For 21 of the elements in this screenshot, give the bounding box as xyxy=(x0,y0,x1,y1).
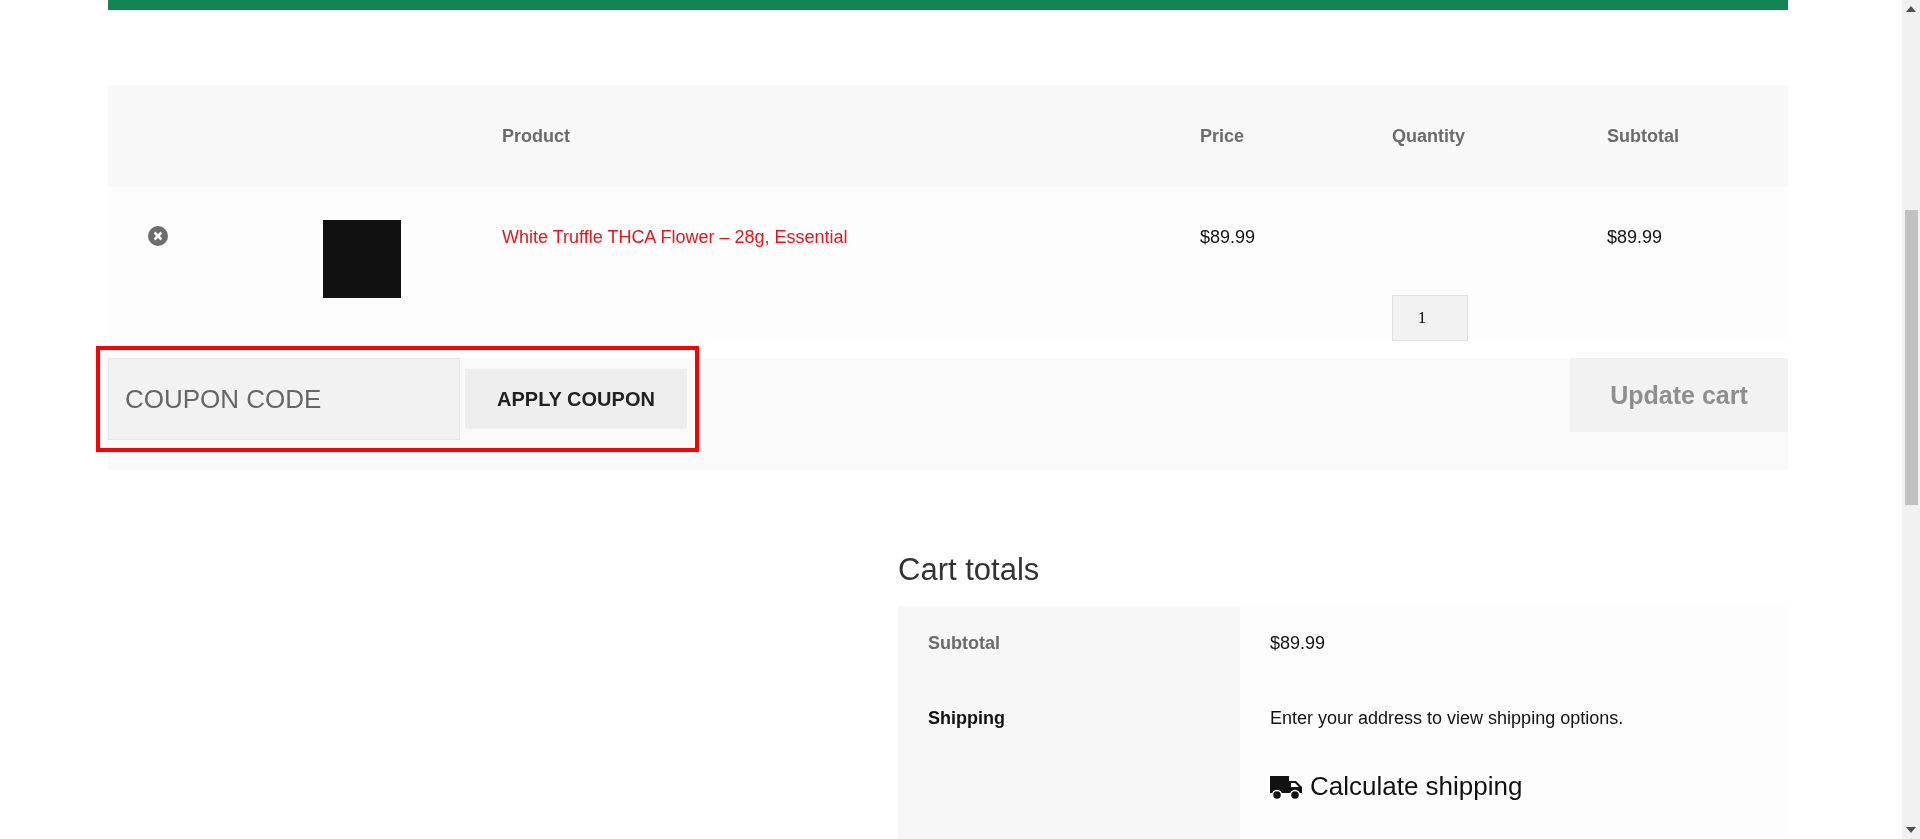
price-cell-text: $89.99 xyxy=(1200,227,1257,248)
column-header: Price xyxy=(1200,125,1246,147)
column-header: Quantity xyxy=(1392,125,1466,147)
scrollbar-thumb[interactable] xyxy=(1905,210,1918,505)
product-link[interactable]: White Truffle THCA Flower – 28g, Essential xyxy=(502,227,848,247)
column-header: Subtotal xyxy=(1607,125,1680,147)
totals-label: Shipping xyxy=(898,681,1240,839)
subtotal-cell-text: $89.99 xyxy=(1607,227,1664,248)
remove-icon[interactable] xyxy=(148,226,168,246)
totals-value: Enter your address to view shipping options. xyxy=(1270,708,1624,728)
apply-coupon-button[interactable]: APPLY COUPON xyxy=(465,369,687,429)
scroll-down-icon[interactable] xyxy=(1906,827,1916,833)
coupon-field[interactable]: COUPON CODE xyxy=(108,358,460,440)
scrollbar[interactable] xyxy=(1902,0,1920,839)
calculate-shipping-link[interactable]: Calculate shipping xyxy=(1270,771,1758,802)
totals-value: $89.99 xyxy=(1270,633,1326,653)
column-header: Product xyxy=(502,125,571,147)
totals-label: Subtotal xyxy=(898,606,1240,681)
quantity-field[interactable]: 1 xyxy=(1392,295,1468,341)
section-title: Cart totals xyxy=(898,552,1041,588)
scroll-up-icon[interactable] xyxy=(1906,6,1916,12)
